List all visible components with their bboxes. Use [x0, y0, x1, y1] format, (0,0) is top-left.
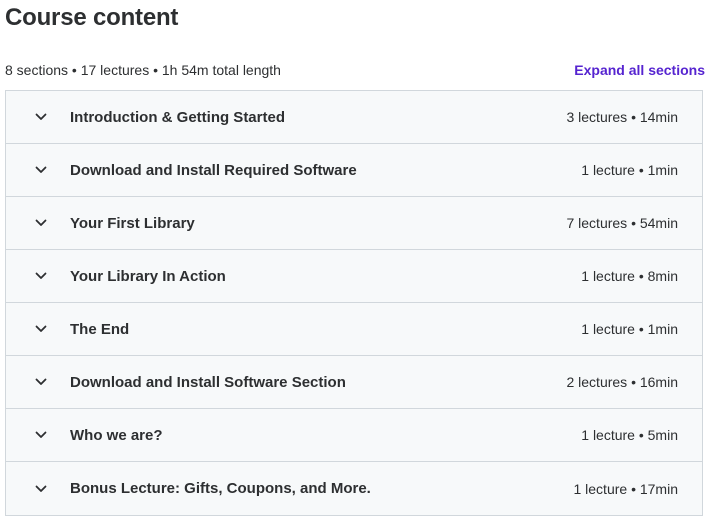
chevron-down-icon — [34, 110, 48, 124]
section-title: Download and Install Required Software — [70, 161, 357, 179]
section-row[interactable]: Download and Install Required Software 1… — [6, 144, 702, 197]
course-summary-row: 8 sections • 17 lectures • 1h 54m total … — [5, 60, 705, 80]
section-meta: 1 lecture • 1min — [581, 321, 678, 337]
section-row[interactable]: The End 1 lecture • 1min — [6, 303, 702, 356]
chevron-down-icon — [34, 269, 48, 283]
section-title: Download and Install Software Section — [70, 373, 346, 391]
chevron-down-icon — [34, 375, 48, 389]
course-summary: 8 sections • 17 lectures • 1h 54m total … — [5, 62, 281, 78]
chevron-down-icon — [34, 428, 48, 442]
section-meta: 3 lectures • 14min — [566, 109, 678, 125]
course-content-panel: Course content 8 sections • 17 lectures … — [0, 0, 705, 516]
section-meta: 1 lecture • 5min — [581, 427, 678, 443]
section-meta: 2 lectures • 16min — [566, 374, 678, 390]
section-meta: 7 lectures • 54min — [566, 215, 678, 231]
section-meta: 1 lecture • 1min — [581, 162, 678, 178]
section-row[interactable]: Your Library In Action 1 lecture • 8min — [6, 250, 702, 303]
page-title: Course content — [5, 4, 179, 31]
section-meta: 1 lecture • 17min — [573, 480, 678, 497]
section-row[interactable]: Who we are? 1 lecture • 5min — [6, 409, 702, 462]
section-title: Who we are? — [70, 426, 163, 444]
section-row[interactable]: Your First Library 7 lectures • 54min — [6, 197, 702, 250]
section-title: Introduction & Getting Started — [70, 108, 285, 126]
section-row[interactable]: Introduction & Getting Started 3 lecture… — [6, 91, 702, 144]
section-row[interactable]: Download and Install Software Section 2 … — [6, 356, 702, 409]
section-title: Bonus Lecture: Gifts, Coupons, and More. — [70, 480, 371, 497]
section-meta: 1 lecture • 8min — [581, 268, 678, 284]
section-title: The End — [70, 320, 130, 338]
chevron-down-icon — [34, 216, 48, 230]
section-title: Your Library In Action — [70, 267, 226, 285]
section-title: Your First Library — [70, 214, 195, 232]
section-row[interactable]: Bonus Lecture: Gifts, Coupons, and More.… — [6, 462, 702, 515]
chevron-down-icon — [34, 163, 48, 177]
expand-all-sections-button[interactable]: Expand all sections — [574, 62, 705, 78]
chevron-down-icon — [34, 322, 48, 336]
chevron-down-icon — [34, 482, 48, 496]
section-list: Introduction & Getting Started 3 lecture… — [5, 90, 703, 516]
